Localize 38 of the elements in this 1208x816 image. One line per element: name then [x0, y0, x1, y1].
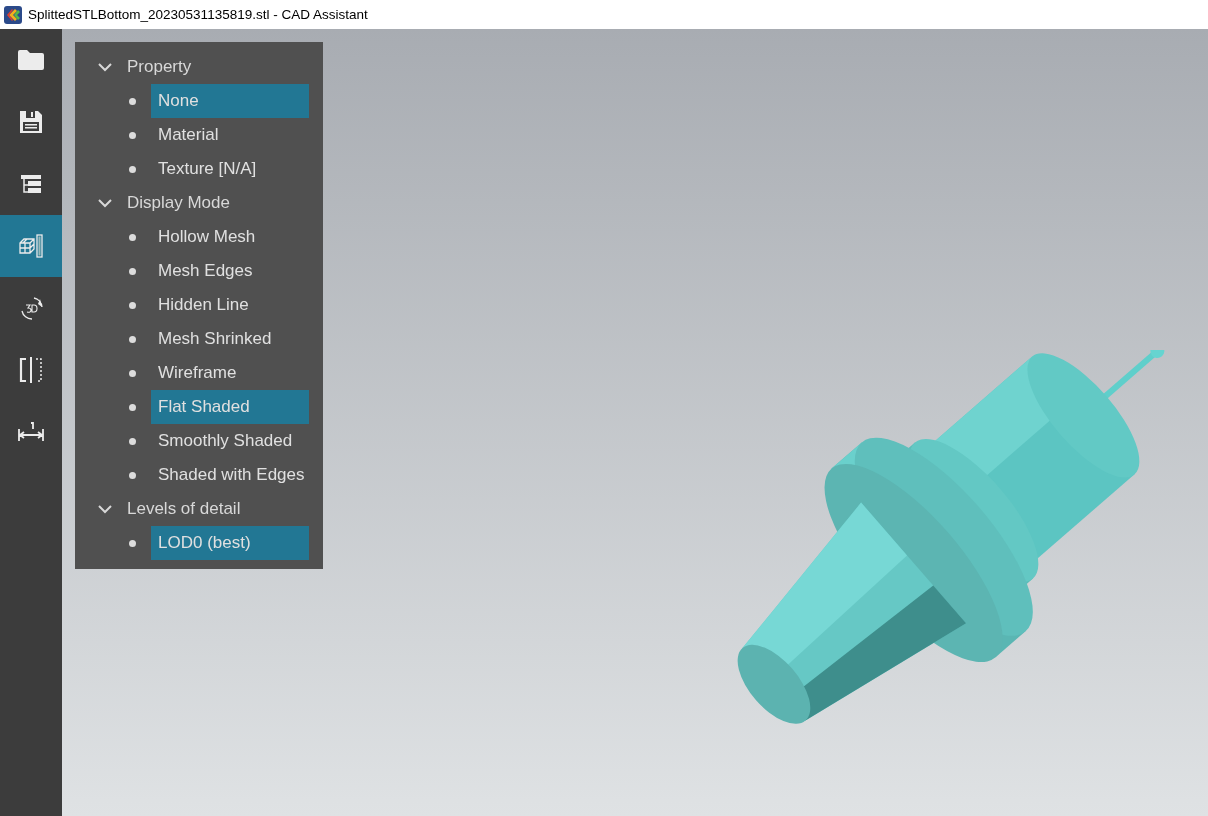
group-label: Property [127, 57, 192, 77]
bullet-icon [129, 369, 136, 377]
bullet-icon [129, 233, 136, 241]
bullet-icon [129, 471, 136, 479]
cube-display-icon [18, 233, 44, 259]
group-label: Display Mode [127, 193, 230, 213]
group-label: Levels of detail [127, 499, 241, 519]
option-item[interactable]: Smoothly Shaded [151, 424, 309, 458]
3d-viewport[interactable]: Property None Material Texture [N/A] Display Mode Hollow Mesh Mesh Edges Hidden Line Mesh Shrinked Wireframe Flat Shaded Smoothly Shaded Shaded with Edges Levels of detail LOD0 (best) [62, 29, 1208, 816]
option-item[interactable]: Hidden Line [151, 288, 309, 322]
tree-list-icon [20, 174, 42, 194]
folder-icon [17, 49, 45, 71]
option-item[interactable]: Mesh Shrinked [151, 322, 309, 356]
option-item[interactable]: Mesh Edges [151, 254, 309, 288]
option-item[interactable]: Material [151, 118, 309, 152]
option-item[interactable]: Shaded with Edges [151, 458, 309, 492]
bullet-icon [129, 437, 136, 445]
option-item[interactable]: Wireframe [151, 356, 309, 390]
split-view-icon [18, 356, 44, 384]
group-header[interactable]: Levels of detail [77, 492, 309, 526]
option-item[interactable]: Texture [N/A] [151, 152, 309, 186]
option-item[interactable]: LOD0 (best) [151, 526, 309, 560]
bullet-icon [129, 335, 136, 343]
bullet-icon [129, 131, 136, 139]
bullet-icon [129, 97, 136, 105]
bullet-icon [129, 539, 136, 547]
option-item[interactable]: None [151, 84, 309, 118]
bullet-icon [129, 403, 136, 411]
option-item[interactable]: Hollow Mesh [151, 220, 309, 254]
group-header[interactable]: Display Mode [77, 186, 309, 220]
group-header[interactable]: Property [77, 50, 309, 84]
window-title: SplittedSTLBottom_20230531135819.stl - CAD Assistant [28, 7, 368, 22]
bullet-icon [129, 267, 136, 275]
measure-icon [17, 421, 45, 443]
app-logo-icon [4, 5, 22, 24]
bullet-icon [129, 165, 136, 173]
option-item[interactable]: Flat Shaded [151, 390, 309, 424]
bullet-icon [129, 301, 136, 309]
